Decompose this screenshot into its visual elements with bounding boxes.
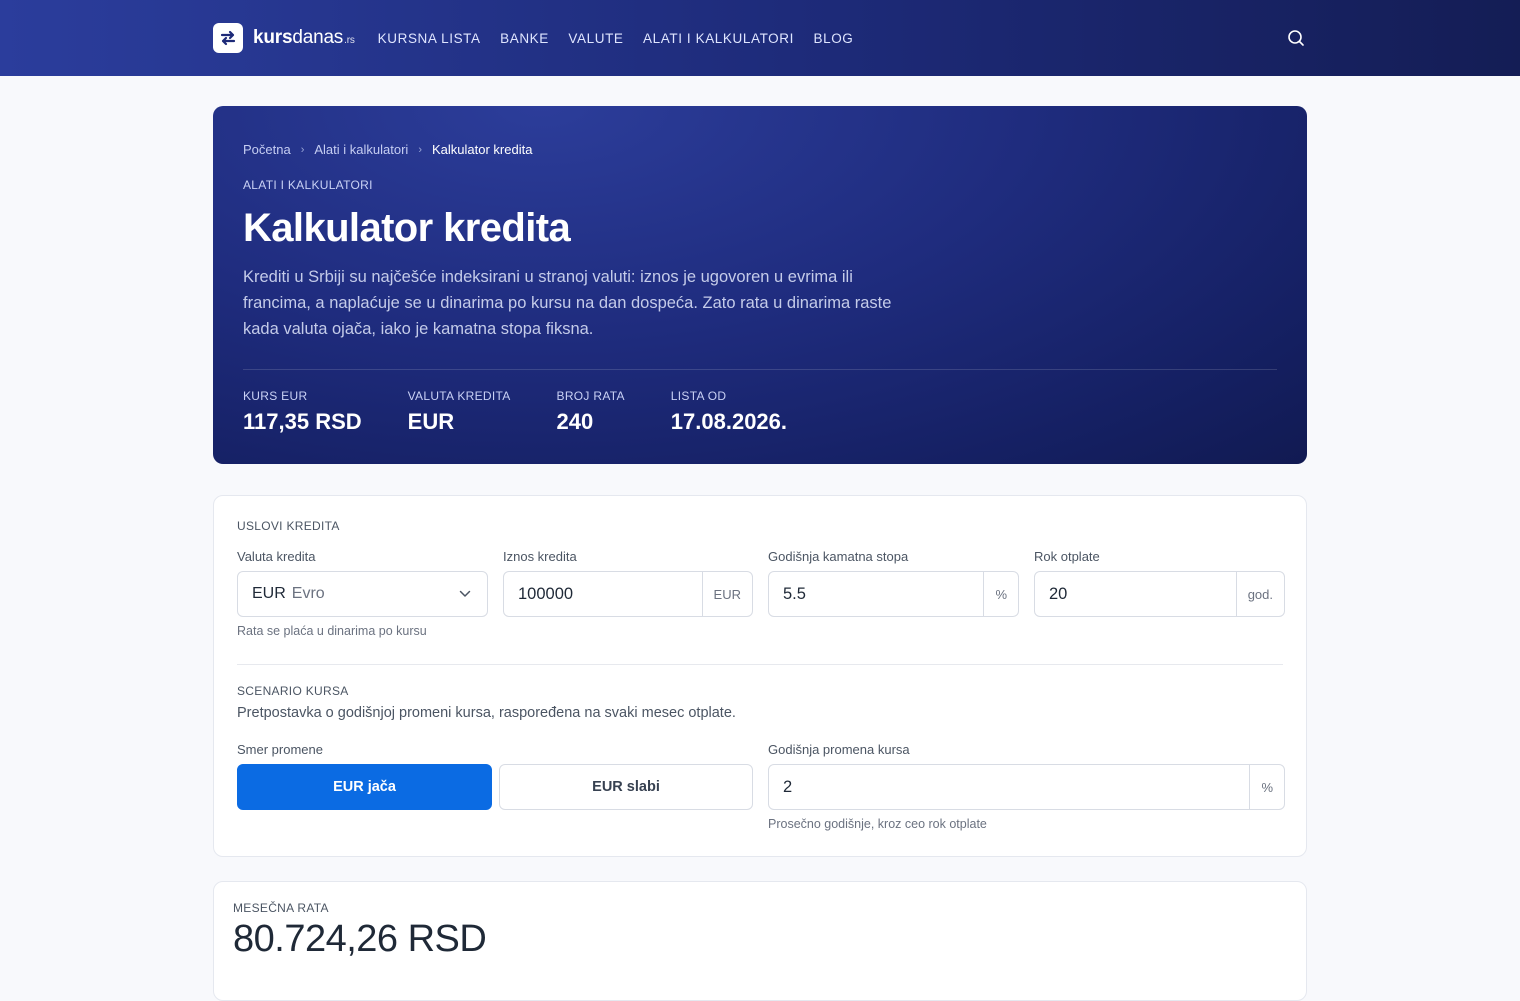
direction-weakens-button[interactable]: EUR slabi xyxy=(499,764,753,810)
currency-code: EUR xyxy=(252,585,286,602)
chevron-right-icon: › xyxy=(300,143,305,156)
main-nav: KURSNA LISTA BANKE VALUTE ALATI I KALKUL… xyxy=(378,31,873,46)
amount-label: Iznos kredita xyxy=(503,549,577,564)
stat-lista-od: LISTA OD 17.08.2026. xyxy=(671,389,787,435)
stat-label: VALUTA KREDITA xyxy=(407,389,511,403)
hero-eyebrow: ALATI I KALKULATORI xyxy=(243,178,373,192)
currency-select[interactable]: EUR Evro xyxy=(237,571,488,617)
monthly-payment-value: 80.724,26 RSD xyxy=(233,918,487,960)
scenario-section-label: SCENARIO KURSA xyxy=(237,684,349,698)
loan-amount-field[interactable]: 100000 EUR xyxy=(503,571,753,617)
stat-value: EUR xyxy=(407,409,455,434)
logo-wordmark: kursdanas.rs xyxy=(253,27,355,48)
exchange-change-hint: Prosečno godišnje, kroz ceo rok otplate xyxy=(768,817,987,831)
page-title: Kalkulator kredita xyxy=(243,206,571,250)
interest-rate-input[interactable]: 5.5 xyxy=(769,585,983,604)
top-navigation-bar: kursdanas.rs KURSNA LISTA BANKE VALUTE A… xyxy=(0,0,1520,76)
stat-kurs-eur: KURS EUR 117,35 RSD xyxy=(243,389,362,435)
hero-banner: Početna › Alati i kalkulatori › Kalkulat… xyxy=(213,106,1307,464)
loan-conditions-card: USLOVI KREDITA Valuta kredita EUR Evro R… xyxy=(213,495,1307,857)
stat-value: 240 xyxy=(556,409,594,434)
years-suffix: god. xyxy=(1235,572,1284,616)
percent-suffix: % xyxy=(983,572,1018,616)
breadcrumb-home[interactable]: Početna xyxy=(243,142,291,157)
term-label: Rok otplate xyxy=(1034,549,1100,564)
hero-divider xyxy=(243,369,1277,370)
amount-currency-suffix: EUR xyxy=(701,572,752,616)
term-field[interactable]: 20 god. xyxy=(1034,571,1285,617)
exchange-change-input[interactable]: 2 xyxy=(769,778,1249,797)
nav-item-banke[interactable]: BANKE xyxy=(500,31,549,46)
exchange-change-label: Godišnja promena kursa xyxy=(768,742,910,757)
currency-name: Evro xyxy=(291,585,325,602)
interest-rate-label: Godišnja kamatna stopa xyxy=(768,549,909,564)
hero-stats: KURS EUR 117,35 RSD VALUTA KREDITA EUR B… xyxy=(243,389,833,435)
currency-label: Valuta kredita xyxy=(237,549,316,564)
loan-amount-input[interactable]: 100000 xyxy=(504,585,702,604)
exchange-icon xyxy=(213,23,243,53)
stat-broj-rata: BROJ RATA 240 xyxy=(557,389,625,435)
breadcrumb-tools[interactable]: Alati i kalkulatori xyxy=(314,142,408,157)
direction-label: Smer promene xyxy=(237,742,323,757)
monthly-payment-label: MESEČNA RATA xyxy=(233,901,329,915)
exchange-change-field[interactable]: 2 % xyxy=(768,764,1285,810)
nav-item-kursna-lista[interactable]: KURSNA LISTA xyxy=(378,31,481,46)
percent-suffix: % xyxy=(1249,765,1284,809)
currency-hint: Rata se plaća u dinarima po kursu xyxy=(237,624,427,638)
hero-description: Krediti u Srbiji su najčešće indeksirani… xyxy=(243,268,892,338)
section-divider xyxy=(237,664,1283,665)
chevron-down-icon xyxy=(459,590,471,598)
nav-item-alati-i-kalkulatori[interactable]: ALATI I KALKULATORI xyxy=(643,31,794,46)
conditions-section-label: USLOVI KREDITA xyxy=(237,519,340,533)
breadcrumb-current: Kalkulator kredita xyxy=(431,142,533,157)
stat-value: 17.08.2026. xyxy=(670,409,788,434)
nav-item-blog[interactable]: BLOG xyxy=(813,31,853,46)
direction-strengthens-button[interactable]: EUR jača xyxy=(237,764,492,810)
nav-item-valute[interactable]: VALUTE xyxy=(568,31,623,46)
stat-label: BROJ RATA xyxy=(556,389,625,403)
term-input[interactable]: 20 xyxy=(1035,585,1236,604)
breadcrumb: Početna › Alati i kalkulatori › Kalkulat… xyxy=(243,142,532,157)
interest-rate-field[interactable]: 5.5 % xyxy=(768,571,1019,617)
chevron-right-icon: › xyxy=(418,143,422,156)
stat-label: LISTA OD xyxy=(670,389,727,403)
search-icon[interactable] xyxy=(1285,27,1307,49)
scenario-description: Pretpostavka o godišnjoj promeni kursa, … xyxy=(237,705,736,721)
stat-value: 117,35 RSD xyxy=(243,409,362,434)
monthly-payment-card: MESEČNA RATA 80.724,26 RSD xyxy=(213,881,1307,1001)
stat-label: KURS EUR xyxy=(243,389,308,403)
stat-valuta-kredita: VALUTA KREDITA EUR xyxy=(408,389,511,435)
site-logo[interactable]: kursdanas.rs xyxy=(213,23,355,53)
